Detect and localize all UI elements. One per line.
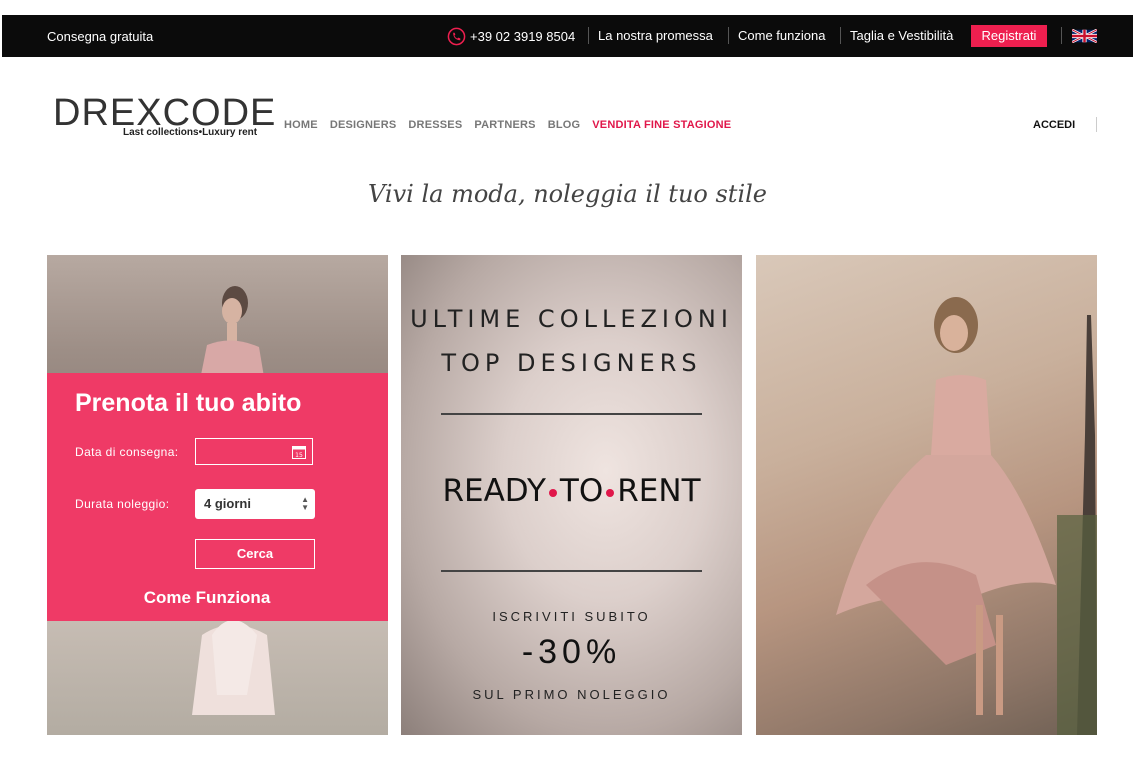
- nav-designers[interactable]: DESIGNERS: [330, 119, 397, 131]
- nav-sale[interactable]: VENDITA FINE STAGIONE: [592, 119, 731, 131]
- discount-text: -30%: [521, 633, 622, 671]
- calendar-icon[interactable]: 15: [292, 445, 306, 459]
- how-it-works-button[interactable]: Come Funziona: [47, 588, 367, 608]
- register-button[interactable]: Registrati: [971, 25, 1047, 47]
- login-link[interactable]: ACCEDI: [1033, 119, 1075, 131]
- promo-line-1: ULTIME COLLEZIONI: [410, 305, 733, 333]
- delivery-date-label: Data di consegna:: [75, 445, 179, 459]
- promise-link[interactable]: La nostra promessa: [598, 28, 713, 43]
- rental-duration-select[interactable]: 4 giorni ▲ ▼: [195, 489, 315, 519]
- uk-flag-icon[interactable]: [1072, 29, 1097, 43]
- divider: [588, 27, 589, 44]
- search-button[interactable]: Cerca: [195, 539, 315, 569]
- top-bar: Consegna gratuita +39 02 3919 8504 La no…: [2, 15, 1133, 57]
- ready-to-rent: READY TO RENT: [401, 473, 742, 509]
- phone-icon: [447, 27, 466, 46]
- divider: [441, 570, 702, 572]
- divider: [1096, 117, 1097, 132]
- divider: [840, 27, 841, 44]
- booking-form: Prenota il tuo abito Data di consegna: 1…: [47, 373, 388, 621]
- main-nav: HOME DESIGNERS DRESSES PARTNERS BLOG VEN…: [284, 119, 731, 131]
- rental-duration-label: Durata noleggio:: [75, 497, 170, 511]
- drexcode-logo[interactable]: DREXCODE Last collections•Luxury rent: [53, 92, 275, 142]
- dress-photo[interactable]: [756, 255, 1097, 735]
- phone-contact[interactable]: +39 02 3919 8504: [447, 27, 575, 46]
- free-shipping-text: Consegna gratuita: [47, 29, 154, 44]
- phone-number: +39 02 3919 8504: [470, 29, 576, 44]
- subscribe-text: ISCRIVITI SUBITO: [492, 609, 651, 624]
- first-rental-text: SUL PRIMO NOLEGGIO: [472, 687, 671, 702]
- calendar-day: 15: [295, 452, 303, 459]
- how-it-works-link[interactable]: Come funziona: [738, 28, 825, 43]
- dot-icon: [606, 488, 615, 497]
- nav-blog[interactable]: BLOG: [548, 119, 581, 131]
- nav-dresses[interactable]: DRESSES: [408, 119, 462, 131]
- nav-home[interactable]: HOME: [284, 119, 318, 131]
- promo-line-2: TOP DESIGNERS: [441, 349, 702, 377]
- select-arrows-icon: ▲ ▼: [301, 495, 309, 512]
- model-dress-image: [836, 297, 1056, 715]
- ready-word: READY: [442, 473, 546, 509]
- dot-icon: [548, 488, 557, 497]
- logo-tagline: Last collections•Luxury rent: [123, 127, 258, 138]
- delivery-date-input[interactable]: 15: [195, 438, 313, 465]
- promo-panel[interactable]: ULTIME COLLEZIONI TOP DESIGNERS READY TO R…: [401, 255, 742, 735]
- slogan: Vivi la moda, noleggia il tuo stile: [368, 180, 767, 208]
- divider: [441, 413, 702, 415]
- divider: [728, 27, 729, 44]
- nav-partners[interactable]: PARTNERS: [474, 119, 535, 131]
- divider: [1061, 27, 1062, 44]
- booking-title: Prenota il tuo abito: [75, 389, 302, 417]
- to-word: TO: [559, 473, 604, 509]
- size-fit-link[interactable]: Taglia e Vestibilità: [850, 28, 953, 43]
- rent-word: RENT: [617, 473, 701, 509]
- booking-panel: Prenota il tuo abito Data di consegna: 1…: [47, 255, 388, 735]
- rental-duration-value: 4 giorni: [204, 496, 251, 511]
